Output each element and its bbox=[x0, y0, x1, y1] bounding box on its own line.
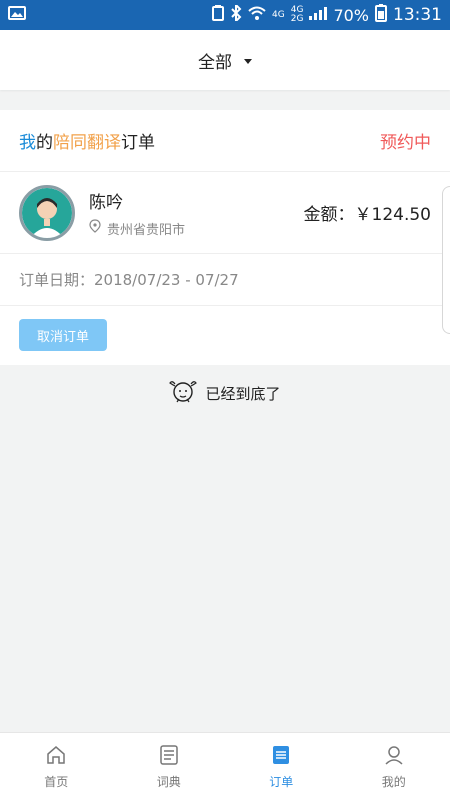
avatar bbox=[19, 184, 75, 241]
order-card-header: 我 的 陪同翻译 订单 预约中 bbox=[0, 110, 450, 172]
location-label: 贵州省贵阳市 bbox=[107, 222, 186, 238]
order-date: 订单日期：2018/07/23 - 07/27 bbox=[0, 254, 450, 306]
translator-name: 陈吟 bbox=[89, 192, 123, 213]
end-of-list: 已经到底了 bbox=[0, 376, 450, 410]
order-title-part-c: 陪同翻译 bbox=[53, 133, 121, 153]
order-amount: 金额：￥124.50 bbox=[303, 205, 431, 225]
battery-percentage: 70% bbox=[333, 5, 369, 25]
network-4g-2g: 4G 2G bbox=[291, 6, 304, 24]
person-info: 陈吟 贵州省贵阳市 bbox=[89, 188, 185, 238]
order-title-part-a: 我 bbox=[19, 133, 36, 153]
nav-item-profile[interactable]: 我的 bbox=[338, 733, 450, 800]
status-bar: 4G 4G 2G 70% 13:31 bbox=[0, 0, 450, 30]
status-left bbox=[8, 6, 26, 24]
nav-label-profile: 我的 bbox=[381, 774, 406, 789]
nav-label-orders: 订单 bbox=[269, 774, 294, 789]
order-actions: 取消订单 bbox=[0, 306, 450, 364]
battery-icon bbox=[375, 4, 387, 26]
avatar-illustration bbox=[22, 187, 72, 238]
end-note-label: 已经到底了 bbox=[205, 384, 281, 403]
order-title-part-b: 的 bbox=[36, 133, 53, 153]
network-4g: 4G bbox=[272, 9, 285, 20]
header: 全部 bbox=[0, 30, 450, 90]
clock: 13:31 bbox=[393, 5, 442, 25]
nav-item-orders[interactable]: 订单 bbox=[225, 733, 338, 800]
home-icon bbox=[45, 744, 67, 769]
nav-label-home: 首页 bbox=[44, 774, 69, 789]
chevron-down-icon bbox=[244, 58, 252, 64]
orders-icon bbox=[270, 744, 292, 769]
mascot-icon bbox=[169, 378, 198, 408]
side-drawer-handle[interactable] bbox=[442, 186, 450, 334]
nav-item-home[interactable]: 首页 bbox=[0, 733, 113, 800]
bluetooth-icon bbox=[230, 2, 242, 25]
storage-icon bbox=[212, 5, 225, 25]
wifi-icon bbox=[248, 6, 266, 24]
signal-icon bbox=[309, 6, 328, 24]
location: 贵州省贵阳市 bbox=[89, 219, 185, 238]
network-mid-b-label: 2G bbox=[290, 14, 304, 24]
order-card[interactable]: 我 的 陪同翻译 订单 预约中 陈吟 贵州省贵阳市 金额：￥124.50 订单日… bbox=[0, 110, 450, 365]
filter-dropdown[interactable]: 全部 bbox=[198, 48, 252, 73]
filter-label: 全部 bbox=[198, 52, 232, 73]
dictionary-icon bbox=[158, 744, 180, 769]
network-4g-label: 4G bbox=[272, 9, 285, 20]
nav-label-dictionary: 词典 bbox=[156, 774, 181, 789]
order-person-row: 陈吟 贵州省贵阳市 金额：￥124.50 bbox=[0, 172, 450, 254]
cancel-order-button[interactable]: 取消订单 bbox=[19, 319, 107, 351]
bottom-nav: 首页 词典 订单 我的 bbox=[0, 732, 450, 800]
image-icon bbox=[8, 6, 26, 24]
map-pin-icon bbox=[89, 219, 101, 237]
order-title-part-d: 订单 bbox=[121, 133, 155, 153]
status-right: 4G 4G 2G 70% 13:31 bbox=[212, 2, 442, 26]
profile-icon bbox=[383, 744, 405, 769]
status-badge: 预约中 bbox=[380, 133, 431, 153]
nav-item-dictionary[interactable]: 词典 bbox=[113, 733, 226, 800]
